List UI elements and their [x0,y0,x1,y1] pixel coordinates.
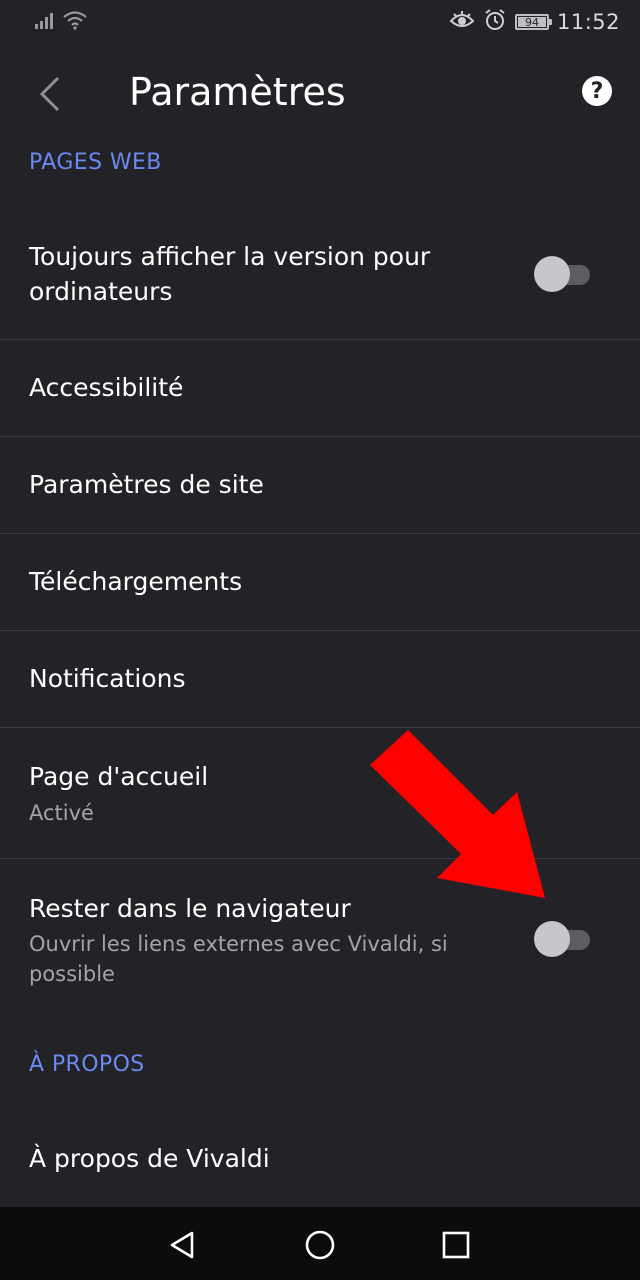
setting-site-settings-label: Paramètres de site [29,470,264,499]
back-button[interactable] [30,74,70,114]
setting-stay-in-browser-sub-1: Ouvrir les liens externes avec Vivaldi, … [29,932,448,956]
square-recents-icon [442,1231,470,1259]
triangle-back-icon [170,1231,194,1259]
signal-icon [34,11,56,33]
setting-accessibility-label: Accessibilité [29,373,184,402]
red-arrow-annotation [370,730,545,898]
setting-about-vivaldi[interactable]: À propos de Vivaldi [0,1112,640,1207]
nav-home-button[interactable] [300,1225,340,1265]
setting-site-settings[interactable]: Paramètres de site [0,437,640,534]
setting-desktop-version-label-1: Toujours afficher la version pour [29,242,431,271]
setting-homepage-label: Page d'accueil [29,762,209,791]
setting-about-vivaldi-label: À propos de Vivaldi [29,1144,270,1173]
setting-desktop-version[interactable]: Toujours afficher la version pour ordina… [0,210,640,340]
chevron-left-icon [39,76,60,112]
setting-downloads-label: Téléchargements [29,567,243,596]
battery-icon: 94 [514,14,552,30]
section-header-web-pages: PAGES WEB [29,150,162,175]
alarm-icon [483,8,507,36]
circle-home-icon [305,1230,335,1260]
help-icon: ? [590,78,604,104]
app-bar: Paramètres ? [0,44,640,144]
eye-icon [449,11,475,33]
navigation-bar [0,1207,640,1280]
help-button[interactable]: ? [582,76,612,106]
setting-notifications[interactable]: Notifications [0,631,640,728]
setting-stay-in-browser-label: Rester dans le navigateur [29,894,351,923]
battery-level: 94 [517,16,546,29]
setting-stay-in-browser-sub-2: possible [29,962,115,986]
wifi-icon [62,10,88,34]
setting-homepage-value: Activé [29,801,94,825]
status-time: 11:52 [556,10,620,34]
status-bar: 94 11:52 [0,0,640,44]
desktop-version-toggle[interactable] [534,256,592,292]
setting-notifications-label: Notifications [29,664,186,693]
nav-back-button[interactable] [162,1225,202,1265]
setting-accessibility[interactable]: Accessibilité [0,340,640,437]
page-title: Paramètres [129,70,346,114]
nav-recents-button[interactable] [436,1225,476,1265]
setting-desktop-version-label-2: ordinateurs [29,277,173,306]
section-header-about: À PROPOS [29,1052,145,1077]
setting-downloads[interactable]: Téléchargements [0,534,640,631]
